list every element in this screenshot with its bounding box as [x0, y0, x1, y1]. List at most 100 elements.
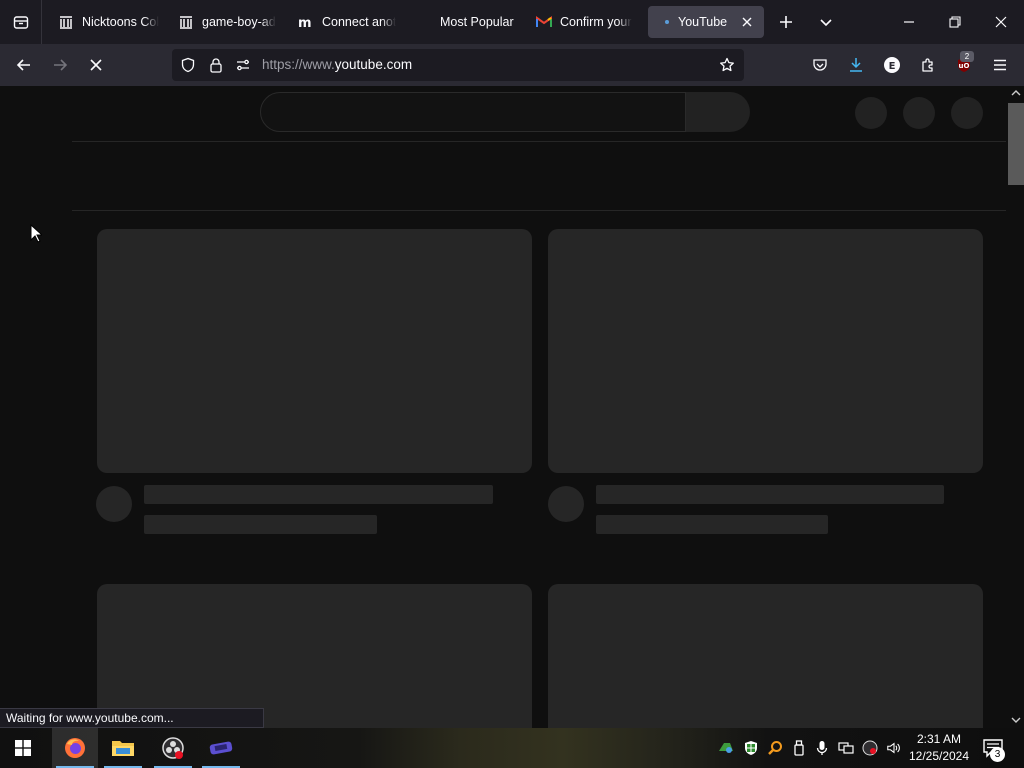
extensions-button[interactable] [912, 49, 944, 81]
tab-strip: Nicktoons Col game-boy-ad m Connect anot… [0, 0, 1024, 44]
network-icon[interactable] [838, 740, 854, 756]
tab-nicktoons[interactable]: Nicktoons Col [42, 6, 162, 38]
windows-logo-icon [15, 740, 31, 756]
search-button-placeholder[interactable] [686, 92, 750, 132]
blank-icon [416, 14, 432, 30]
video-thumbnail-placeholder [97, 584, 532, 728]
taskbar-file-explorer[interactable] [100, 728, 146, 768]
close-window-button[interactable] [985, 6, 1017, 38]
navigation-toolbar: https://www.youtube.com E uO 2 [0, 44, 1024, 86]
svg-text:E: E [889, 61, 896, 72]
archive-icon [58, 14, 74, 30]
arrow-left-icon [16, 59, 30, 71]
stop-x-icon [90, 59, 102, 71]
tab-title: Confirm your [560, 15, 632, 29]
mouse-pointer-icon [30, 224, 42, 243]
tab-most-popular[interactable]: Most Popular [400, 6, 522, 38]
stop-button[interactable] [80, 49, 112, 81]
channel-avatar-placeholder [96, 486, 132, 522]
firefox-icon [65, 738, 85, 758]
tab-title: game-boy-ad [202, 15, 276, 29]
bookmark-star-icon[interactable] [719, 57, 735, 73]
account-avatar-icon: E [884, 57, 900, 73]
obs-tray-icon[interactable] [862, 740, 878, 756]
header-icon-placeholder [855, 97, 887, 129]
tracking-protection-shield-icon[interactable] [180, 57, 196, 73]
svg-text:m: m [298, 16, 312, 28]
start-button[interactable] [0, 728, 46, 768]
permissions-icon[interactable] [235, 57, 251, 73]
tab-connect[interactable]: m Connect anot [282, 6, 400, 38]
lock-icon[interactable] [208, 57, 224, 73]
channel-avatar-placeholder [548, 486, 584, 522]
hamburger-menu-icon [994, 59, 1006, 71]
status-panel: Waiting for www.youtube.com... [0, 708, 264, 728]
gmail-icon [536, 14, 552, 30]
loading-dot-icon [662, 14, 672, 30]
clock-time: 2:31 AM [916, 732, 962, 746]
list-all-tabs-button[interactable] [810, 6, 842, 38]
header-icon-placeholder [903, 97, 935, 129]
minimize-icon [904, 21, 914, 23]
page-scrollbar[interactable] [1006, 86, 1024, 728]
avatar-placeholder [951, 97, 983, 129]
url-text[interactable]: https://www.youtube.com [262, 57, 412, 72]
tab-youtube[interactable]: YouTube [648, 6, 764, 38]
pocket-button[interactable] [804, 49, 836, 81]
scroll-down-arrow-icon[interactable] [1011, 716, 1021, 724]
url-domain: youtube.com [334, 57, 413, 72]
video-thumbnail-placeholder [548, 229, 983, 473]
close-tab-icon[interactable] [740, 15, 754, 29]
firefox-view-button[interactable] [0, 0, 42, 44]
restore-button[interactable] [939, 6, 971, 38]
game-console-icon [209, 741, 233, 755]
close-icon [995, 16, 1007, 28]
extension-badge: 2 [960, 51, 974, 62]
download-icon [850, 58, 862, 72]
microphone-icon[interactable] [814, 740, 830, 756]
plus-icon [780, 16, 792, 28]
video-thumbnail-placeholder [548, 584, 983, 728]
tab-title: Connect anot [322, 15, 397, 29]
minimize-button[interactable] [893, 6, 925, 38]
system-clock[interactable]: 2:31 AM 12/25/2024 [906, 731, 972, 765]
taskbar-obs[interactable] [150, 728, 196, 768]
windows-taskbar: 2:31 AM 12/25/2024 3 [0, 728, 1024, 768]
meta-placeholder [144, 515, 377, 534]
network-drive-icon[interactable] [718, 740, 734, 756]
tab-title: Most Popular [440, 15, 514, 29]
new-tab-button[interactable] [770, 6, 802, 38]
firefox-view-icon [13, 16, 28, 29]
puzzle-icon [922, 58, 933, 72]
back-button[interactable] [8, 49, 40, 81]
scroll-up-arrow-icon[interactable] [1011, 89, 1021, 97]
header-divider [72, 141, 1008, 142]
chips-divider [72, 210, 1008, 211]
app-menu-button[interactable] [984, 49, 1016, 81]
account-button[interactable]: E [876, 49, 908, 81]
meta-placeholder [596, 515, 828, 534]
obs-icon [162, 737, 184, 759]
tab-title: Nicktoons Col [82, 15, 160, 29]
mastodon-icon: m [298, 14, 314, 30]
volume-icon[interactable] [886, 740, 902, 756]
windows-security-icon[interactable] [743, 740, 759, 756]
archive-icon [178, 14, 194, 30]
search-app-icon[interactable] [767, 740, 783, 756]
taskbar-game-app[interactable] [198, 728, 244, 768]
title-placeholder [144, 485, 493, 504]
forward-button[interactable] [44, 49, 76, 81]
arrow-right-icon [54, 59, 68, 71]
svg-text:uO: uO [959, 62, 970, 70]
usb-device-icon[interactable] [791, 740, 807, 756]
tab-gmail[interactable]: Confirm your [520, 6, 642, 38]
page-content [0, 86, 1024, 728]
url-bar[interactable]: https://www.youtube.com [172, 49, 744, 81]
tab-game-boy[interactable]: game-boy-ad [162, 6, 280, 38]
taskbar-firefox[interactable] [52, 728, 98, 768]
search-input-placeholder[interactable] [260, 92, 686, 132]
tab-title: YouTube [678, 15, 728, 29]
downloads-button[interactable] [840, 49, 872, 81]
url-prefix: https://www. [262, 57, 335, 72]
scroll-thumb[interactable] [1008, 103, 1024, 185]
